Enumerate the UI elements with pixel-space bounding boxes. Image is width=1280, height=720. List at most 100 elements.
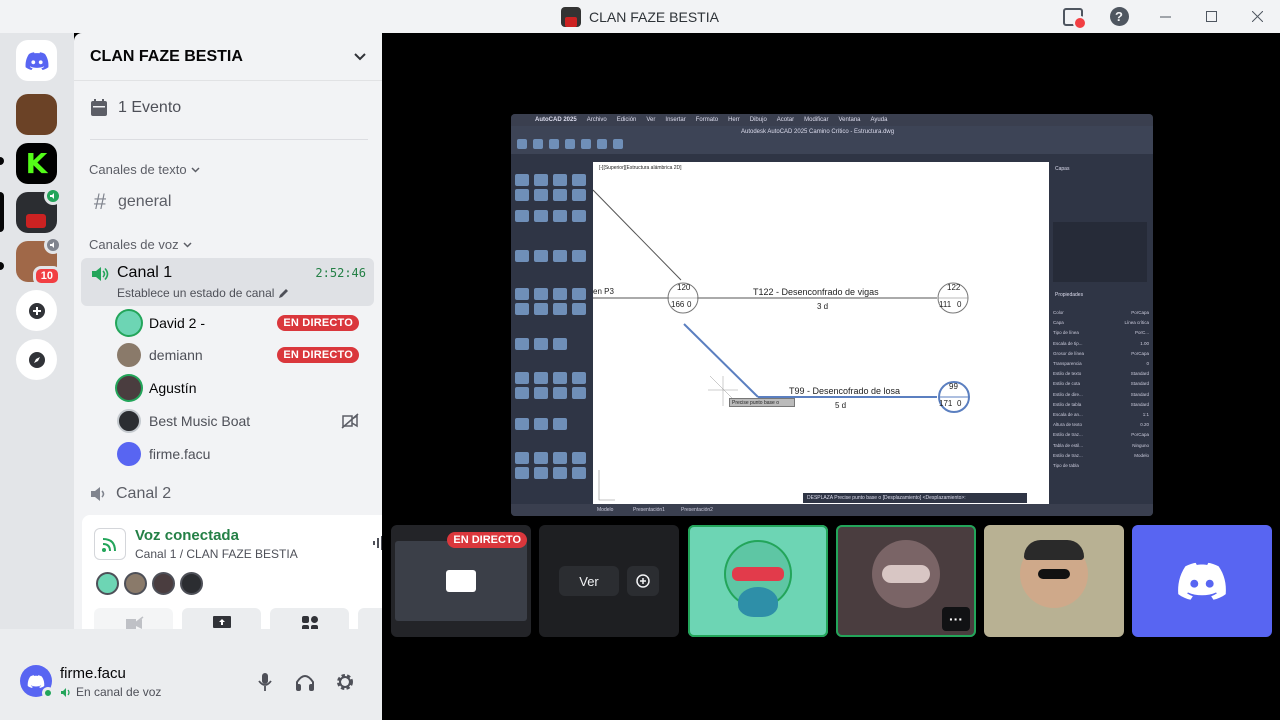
- kick-logo-icon: K: [25, 147, 48, 180]
- discord-logo-icon: [25, 51, 48, 70]
- category-text-channels[interactable]: Canales de texto: [89, 162, 200, 177]
- explore-button[interactable]: [16, 339, 57, 380]
- node-value: 111: [939, 300, 952, 309]
- voice-member[interactable]: demiann EN DIRECTO: [117, 340, 367, 370]
- server-icon-lion[interactable]: [16, 94, 57, 135]
- category-label: Canales de texto: [89, 162, 187, 177]
- inbox-icon: [1063, 7, 1087, 30]
- maximize-button[interactable]: [1188, 0, 1234, 33]
- help-button[interactable]: ?: [1096, 0, 1142, 33]
- voice-channel-canal-2[interactable]: Canal 2: [90, 485, 366, 503]
- menu-item: AutoCAD 2025: [535, 117, 577, 123]
- node-value: 0: [957, 300, 962, 309]
- avatar-body: [738, 587, 778, 617]
- property-value: 0.20: [1140, 422, 1149, 428]
- voice-connected-subtitle[interactable]: Canal 1 / CLAN FAZE BESTIA: [135, 547, 298, 561]
- chevron-down-icon: [354, 52, 366, 60]
- inbox-button[interactable]: [1050, 0, 1096, 33]
- channel-general[interactable]: # general: [90, 189, 366, 215]
- palette-title: Capas: [1055, 166, 1070, 172]
- property-value: Ninguno: [1132, 442, 1149, 448]
- property-value: Modelo: [1134, 452, 1149, 458]
- headphones-icon: [296, 675, 314, 691]
- property-value: Línea crítica: [1124, 320, 1149, 326]
- minimize-button[interactable]: [1142, 0, 1188, 33]
- property-key: Tipo de línea: [1053, 330, 1079, 336]
- participant-tile[interactable]: ···: [836, 525, 976, 637]
- cad-drawing-canvas[interactable]: [-][Superior][Estructura alámbrica 2D] 1…: [593, 162, 1049, 504]
- home-button[interactable]: [16, 40, 57, 81]
- property-value: Standard: [1130, 371, 1149, 377]
- voice-connected-title[interactable]: Voz conectada: [135, 527, 239, 544]
- stream-tile-preview[interactable]: Ver: [539, 525, 679, 637]
- deafen-button[interactable]: [293, 670, 317, 694]
- watch-stream-button[interactable]: Ver: [559, 566, 619, 596]
- cad-layout-tab: Modelo: [597, 507, 614, 513]
- popout-button[interactable]: [627, 566, 659, 596]
- settings-button[interactable]: [333, 670, 357, 694]
- node-label: en P3: [593, 287, 614, 296]
- task-label: T99 - Desencofrado de losa: [789, 386, 901, 396]
- server-icon-clan-faze-bestia[interactable]: [16, 187, 62, 233]
- property-key: Tipo de tabla: [1053, 463, 1079, 469]
- property-key: Estilo de traz...: [1053, 452, 1083, 458]
- node-value: 0: [687, 300, 692, 309]
- task-duration: 5 d: [835, 401, 847, 410]
- node-id: 120: [677, 283, 691, 292]
- speaker-icon: [61, 687, 70, 697]
- pencil-icon: [279, 288, 289, 298]
- property-key: Estilo de cota: [1053, 381, 1081, 387]
- cad-window-title: Autodesk AutoCAD 2025 Camino Crítico - E…: [741, 129, 895, 135]
- server-avatar-figure: [26, 214, 46, 228]
- voice-channel-canal-1[interactable]: Canal 1 2:52:46 Establece un estado de c…: [81, 258, 374, 306]
- participant-tile[interactable]: [1132, 525, 1272, 637]
- menu-item: Acotar: [776, 117, 795, 123]
- compass-icon: [28, 351, 45, 368]
- minimize-icon: [1159, 16, 1171, 18]
- participant-tile[interactable]: [984, 525, 1124, 637]
- user-name[interactable]: firme.facu: [60, 665, 126, 682]
- voice-member[interactable]: Best Music Boat: [117, 406, 367, 436]
- more-options-button[interactable]: ···: [942, 607, 970, 631]
- avatar: [117, 409, 141, 433]
- cad-layout-tab: Presentación1: [633, 507, 665, 513]
- category-voice-channels[interactable]: Canales de voz: [89, 237, 192, 252]
- server-icon-kick[interactable]: K: [16, 143, 57, 184]
- window-title-bar: CLAN FAZE BESTIA ?: [0, 0, 1280, 33]
- node-value: 0: [957, 399, 962, 408]
- mention-badge: 10: [32, 266, 61, 286]
- voice-member[interactable]: Agustín: [117, 373, 367, 403]
- avatar: [96, 572, 119, 595]
- server-icon-friends[interactable]: 10: [16, 236, 62, 286]
- channel-name: Canal 1: [117, 264, 173, 281]
- property-value: 1:1: [1142, 412, 1149, 418]
- menu-item: Modificar: [804, 117, 829, 123]
- call-timer: 2:52:46: [315, 266, 366, 280]
- connection-icon[interactable]: [94, 528, 126, 560]
- cad-tool-palette: [511, 162, 593, 504]
- server-header[interactable]: CLAN FAZE BESTIA: [74, 33, 382, 81]
- stream-tile-live[interactable]: EN DIRECTO: [391, 525, 531, 637]
- close-button[interactable]: [1234, 0, 1280, 33]
- connected-avatars: [96, 572, 203, 595]
- mute-button[interactable]: [253, 670, 277, 694]
- avatar: [180, 572, 203, 595]
- node-id: 122: [947, 283, 961, 292]
- voice-member[interactable]: David 2 - EN DIRECTO: [117, 308, 367, 338]
- unread-pill: [0, 262, 4, 270]
- stream-view[interactable]: AutoCAD 2025 Archivo Edición Ver Inserta…: [511, 114, 1153, 516]
- online-status-icon: [42, 687, 54, 699]
- add-server-button[interactable]: [16, 290, 57, 331]
- gear-icon: [337, 674, 353, 690]
- channel-status[interactable]: Establece un estado de canal: [117, 286, 289, 300]
- participant-tile[interactable]: [688, 525, 828, 637]
- events-button[interactable]: 1 Evento: [90, 99, 181, 117]
- property-value: Standard: [1130, 391, 1149, 397]
- server-rail: K 10: [0, 33, 74, 720]
- voice-member[interactable]: firme.facu: [117, 439, 367, 469]
- property-value: 1.00: [1140, 340, 1149, 346]
- user-avatar[interactable]: [20, 665, 54, 699]
- noise-suppression-button[interactable]: [372, 535, 382, 556]
- help-icon: ?: [1109, 7, 1129, 26]
- menu-item: Archivo: [586, 117, 607, 123]
